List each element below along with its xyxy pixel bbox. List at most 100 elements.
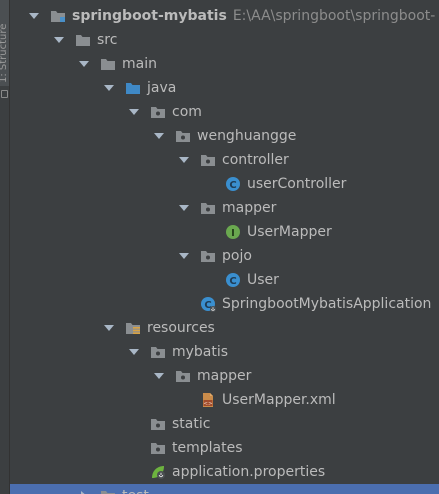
tree-node-label: templates (172, 440, 243, 456)
tree-toggle[interactable] (103, 322, 115, 334)
tree-node-com[interactable]: com (10, 100, 439, 124)
tree-node-label: SpringbootMybatisApplication (222, 296, 432, 312)
folder-icon (101, 59, 115, 70)
tree-node-label: mybatis (172, 344, 229, 360)
package-icon (151, 419, 165, 430)
tree-toggle[interactable] (78, 490, 90, 494)
tree-node-label: UserMapper (247, 224, 332, 240)
tree-toggle[interactable] (128, 106, 140, 118)
tree-node-java[interactable]: java (10, 76, 439, 100)
tree-node-static[interactable]: static (10, 412, 439, 436)
svg-text:I: I (231, 228, 235, 239)
package-icon (176, 371, 190, 382)
tree-node-mybatis[interactable]: mybatis (10, 340, 439, 364)
chevron-down-icon (154, 133, 164, 139)
tree-node-application-properties[interactable]: application.properties (10, 460, 439, 484)
tree-node-springboot-mybatis[interactable]: springboot-mybatis E:\AA\springboot\sprin… (10, 4, 439, 28)
folder-icon (76, 35, 90, 46)
tree-node-controller[interactable]: controller (10, 148, 439, 172)
spring-properties-icon (152, 466, 165, 479)
tree-node-usercontroller[interactable]: CuserController (10, 172, 439, 196)
tree-toggle[interactable] (78, 58, 90, 70)
source-folder-icon (126, 83, 140, 94)
svg-text:C: C (229, 180, 236, 191)
tree-toggle (128, 442, 140, 454)
chevron-down-icon (179, 253, 189, 259)
spring-boot-class-icon: C (201, 297, 216, 312)
class-icon: C (226, 177, 240, 191)
package-icon (176, 131, 190, 142)
structure-tab[interactable]: 1: Structure (0, 0, 9, 86)
tree-toggle[interactable] (178, 250, 190, 262)
tree-toggle[interactable] (178, 202, 190, 214)
package-icon (151, 443, 165, 454)
svg-text:C: C (229, 276, 236, 287)
chevron-down-icon (129, 349, 139, 355)
tree-toggle (203, 178, 215, 190)
tree-node-usermapper[interactable]: I UserMapper (10, 220, 439, 244)
folder-icon (101, 491, 115, 494)
chevron-down-icon (154, 373, 164, 379)
tool-window-sidebar: 1: Structure (0, 0, 10, 494)
tree-toggle (128, 418, 140, 430)
class-icon: C (226, 273, 240, 287)
tree-node-mapper[interactable]: mapper (10, 364, 439, 388)
project-folder-icon (51, 11, 65, 22)
tree-node-label: application.properties (172, 464, 326, 480)
tree-node-springbootmybatisapplication[interactable]: C SpringbootMybatisApplication (10, 292, 439, 316)
tree-node-src[interactable]: src (10, 28, 439, 52)
tree-toggle (203, 226, 215, 238)
tree-node-templates[interactable]: templates (10, 436, 439, 460)
tree-node-label: main (122, 56, 157, 72)
chevron-down-icon (79, 61, 89, 67)
tree-toggle[interactable] (153, 130, 165, 142)
tree-node-label: User (247, 272, 279, 288)
tree-node-label: mapper (222, 200, 277, 216)
tree-toggle[interactable] (178, 154, 190, 166)
tree-node-label: resources (147, 320, 215, 336)
tree-node-mapper[interactable]: mapper (10, 196, 439, 220)
tree-node-label: userController (247, 176, 347, 192)
tree-toggle[interactable] (53, 34, 65, 46)
tree-toggle[interactable] (128, 346, 140, 358)
tree-toggle[interactable] (28, 10, 40, 22)
tree-node-label: mapper (197, 368, 252, 384)
tree-node-usermapper-xml[interactable]: <> UserMapper.xml (10, 388, 439, 412)
chevron-down-icon (179, 157, 189, 163)
tree-node-label: springboot-mybatis (72, 8, 227, 24)
svg-text:<>: <> (203, 401, 213, 407)
tree-node-label: java (147, 80, 177, 96)
tree-node-label: UserMapper.xml (222, 392, 336, 408)
chevron-down-icon (104, 85, 114, 91)
package-icon (151, 347, 165, 358)
xml-file-icon: <> (203, 393, 213, 407)
chevron-down-icon (129, 109, 139, 115)
tree-toggle (203, 274, 215, 286)
project-tree: springboot-mybatis E:\AA\springboot\sprin… (10, 0, 439, 494)
tree-node-test[interactable]: test (10, 484, 439, 494)
tree-node-pojo[interactable]: pojo (10, 244, 439, 268)
tree-node-label: com (172, 104, 202, 120)
tree-node-label: wenghuangge (197, 128, 297, 144)
resources-folder-icon (126, 323, 140, 334)
chevron-down-icon (104, 325, 114, 331)
package-icon (201, 251, 215, 262)
tree-toggle[interactable] (153, 370, 165, 382)
package-icon (201, 203, 215, 214)
tree-node-label: static (172, 416, 211, 432)
tree-toggle[interactable] (103, 82, 115, 94)
project-path: E:\AA\springboot\springboot- (232, 8, 436, 24)
tree-node-label: controller (222, 152, 289, 168)
tree-node-resources[interactable]: resources (10, 316, 439, 340)
tree-node-label: pojo (222, 248, 252, 264)
tree-node-main[interactable]: main (10, 52, 439, 76)
tree-node-user[interactable]: C User (10, 268, 439, 292)
tree-node-label: src (97, 32, 118, 48)
tree-toggle (128, 466, 140, 478)
structure-tab-icon (1, 90, 8, 98)
chevron-down-icon (179, 205, 189, 211)
tree-node-label: test (122, 488, 149, 494)
package-icon (201, 155, 215, 166)
tree-node-wenghuangge[interactable]: wenghuangge (10, 124, 439, 148)
tree-toggle (178, 298, 190, 310)
